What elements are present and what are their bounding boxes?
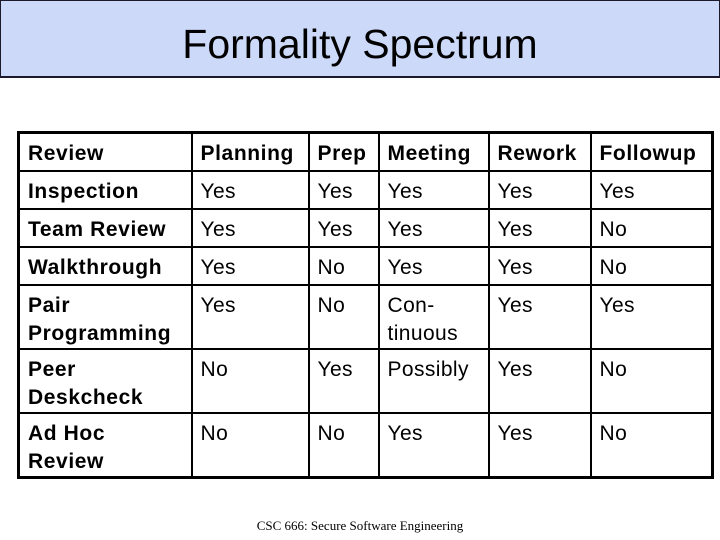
planning-cell: Yes <box>190 169 310 210</box>
table-header-row: Review Planning Prep Meeting Rework Foll… <box>17 131 714 172</box>
meeting-cell: Yes <box>377 245 490 286</box>
header-review: Review <box>17 131 193 172</box>
header-meeting: Meeting <box>377 131 490 172</box>
table-row: Peer Deskcheck No Yes Possibly Yes No <box>17 347 714 414</box>
followup-cell: No <box>589 347 714 414</box>
header-followup: Followup <box>589 131 714 172</box>
prep-cell: Yes <box>307 169 380 210</box>
review-type: Ad Hoc Review <box>17 411 193 478</box>
review-type: Peer Deskcheck <box>17 347 193 414</box>
slide-footer: CSC 666: Secure Software Engineering <box>256 518 464 533</box>
header-planning: Planning <box>190 131 310 172</box>
followup-cell: No <box>589 207 714 248</box>
prep-cell: No <box>307 245 380 286</box>
title-bar: Formality Spectrum <box>0 0 720 78</box>
planning-cell: No <box>190 347 310 414</box>
meeting-cell: Possibly <box>377 347 490 414</box>
followup-cell: Yes <box>589 283 714 350</box>
prep-cell: No <box>307 283 380 350</box>
table-row: Walkthrough Yes No Yes Yes No <box>17 245 714 286</box>
planning-cell: Yes <box>190 245 310 286</box>
prep-cell: Yes <box>307 207 380 248</box>
rework-cell: Yes <box>487 411 592 478</box>
review-type: Walkthrough <box>17 245 193 286</box>
followup-cell: No <box>589 245 714 286</box>
rework-cell: Yes <box>487 207 592 248</box>
meeting-cell: Yes <box>377 207 490 248</box>
rework-cell: Yes <box>487 245 592 286</box>
meeting-cell: Yes <box>377 169 490 210</box>
rework-cell: Yes <box>487 169 592 210</box>
prep-cell: No <box>307 411 380 478</box>
meeting-cell: Yes <box>377 411 490 478</box>
planning-cell: Yes <box>190 207 310 248</box>
slide-title: Formality Spectrum <box>182 21 538 67</box>
table-row: Team Review Yes Yes Yes Yes No <box>17 207 714 248</box>
rework-cell: Yes <box>487 347 592 414</box>
table-row: Inspection Yes Yes Yes Yes Yes <box>17 169 714 210</box>
table-row: Pair Programming Yes No Con-tinuous Yes … <box>17 283 714 350</box>
review-type: Pair Programming <box>17 283 193 350</box>
header-prep: Prep <box>307 131 380 172</box>
planning-cell: Yes <box>190 283 310 350</box>
formality-spectrum-table: Review Planning Prep Meeting Rework Foll… <box>17 131 714 479</box>
review-type: Team Review <box>17 207 193 248</box>
followup-cell: Yes <box>589 169 714 210</box>
review-type: Inspection <box>17 169 193 210</box>
header-rework: Rework <box>487 131 592 172</box>
planning-cell: No <box>190 411 310 478</box>
table-row: Ad Hoc Review No No Yes Yes No <box>17 411 714 478</box>
rework-cell: Yes <box>487 283 592 350</box>
prep-cell: Yes <box>307 347 380 414</box>
meeting-cell: Con-tinuous <box>377 283 490 350</box>
followup-cell: No <box>589 411 714 478</box>
